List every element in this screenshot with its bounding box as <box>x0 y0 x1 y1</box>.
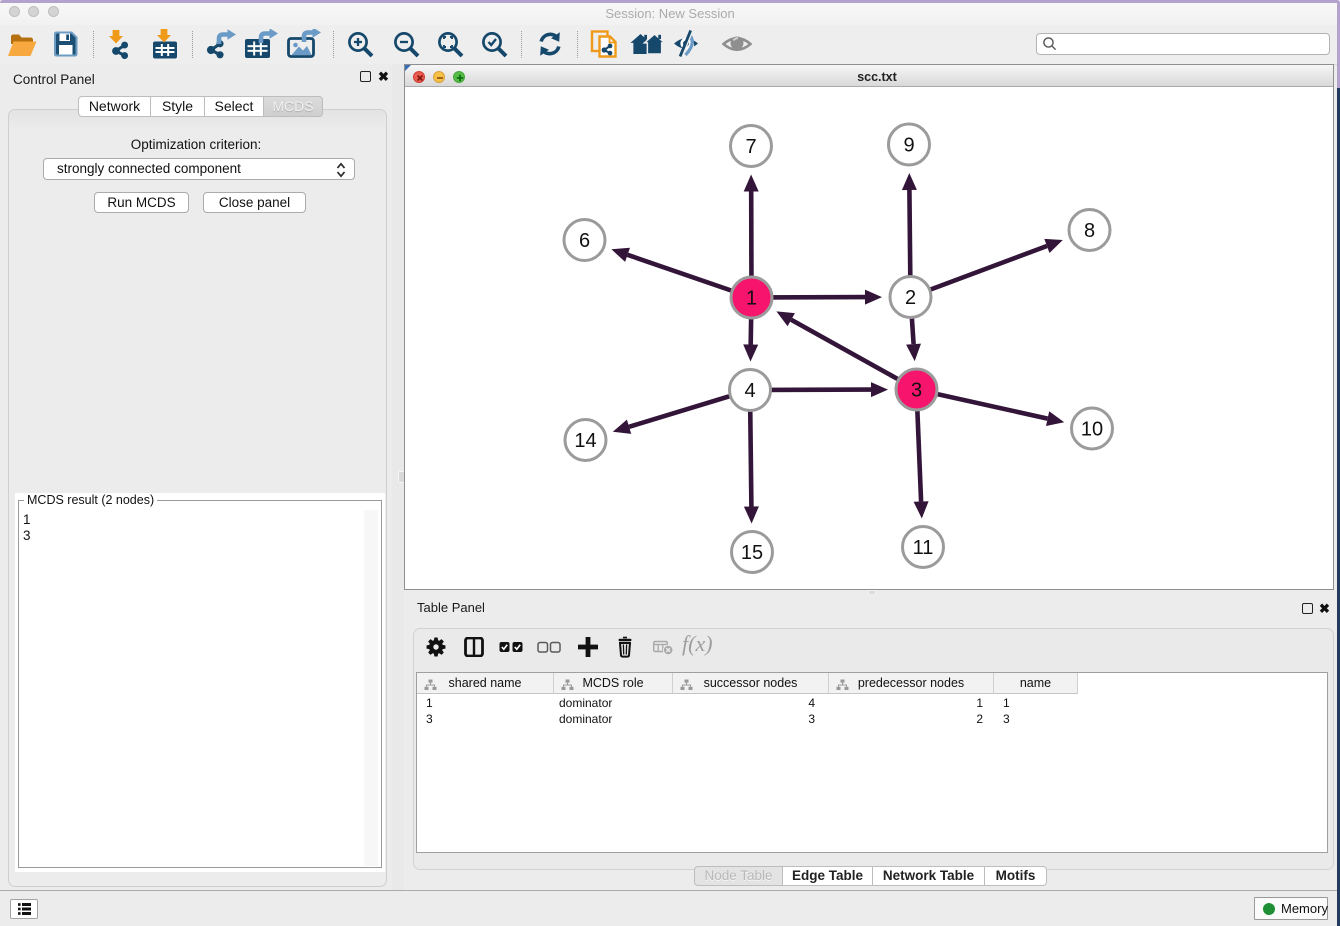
svg-text:15: 15 <box>741 542 763 564</box>
svg-text:7: 7 <box>745 136 756 158</box>
svg-text:4: 4 <box>744 380 755 402</box>
svg-text:6: 6 <box>579 230 590 252</box>
svg-text:11: 11 <box>913 537 934 559</box>
svg-text:10: 10 <box>1081 419 1103 441</box>
svg-text:14: 14 <box>574 430 596 452</box>
svg-text:2: 2 <box>905 287 916 309</box>
svg-text:8: 8 <box>1084 220 1095 242</box>
svg-text:3: 3 <box>911 380 922 402</box>
svg-text:1: 1 <box>746 288 757 310</box>
svg-text:9: 9 <box>903 135 914 157</box>
